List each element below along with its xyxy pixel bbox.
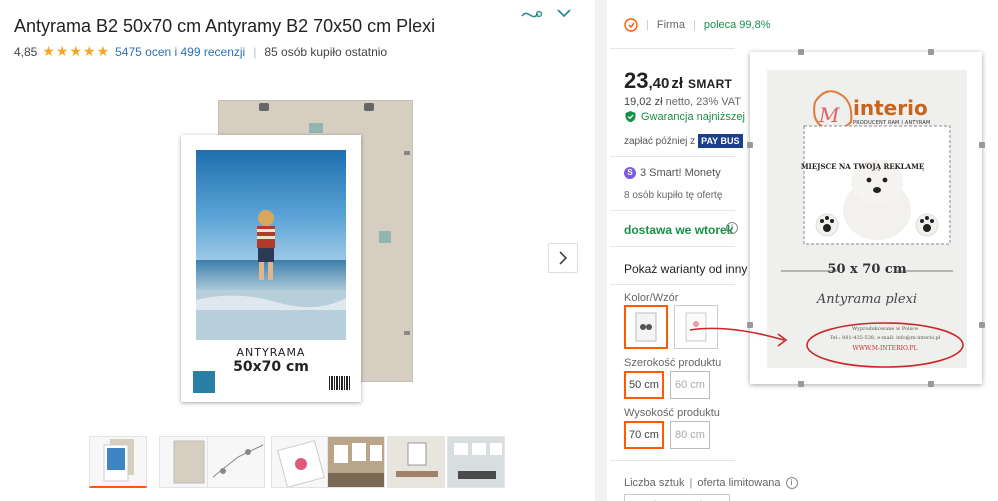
price-integer: 23	[624, 68, 649, 93]
zoom-url: WWW.M-INTERIO.PL	[852, 345, 918, 352]
interio-logo-icon: M	[813, 90, 853, 131]
shield-check-icon	[625, 111, 636, 123]
gallery-next-button[interactable]	[548, 243, 578, 273]
seller-recommend[interactable]: poleca 99,8%	[704, 19, 771, 31]
height-option-70[interactable]: 70 cm	[624, 421, 664, 449]
clip-icon	[979, 322, 985, 328]
product-title: Antyrama B2 50x70 cm Antyramy B2 70x50 c…	[14, 16, 436, 36]
price-guarantee[interactable]: Gwarancja najniższej	[624, 110, 745, 123]
divider	[610, 210, 735, 211]
compare-icon[interactable]	[521, 10, 543, 18]
zoom-made-in: Wyprodukowane w Polsce	[852, 326, 918, 332]
thumbnail-7[interactable]	[447, 436, 505, 488]
rating-value: 4,85	[14, 44, 38, 59]
pay-later-label: zapłać później z	[624, 135, 696, 147]
chevron-down-icon[interactable]	[557, 9, 571, 18]
thumbnail-1[interactable]	[89, 436, 147, 488]
separator: |	[253, 44, 257, 59]
thumbnail-4[interactable]	[271, 436, 329, 488]
price-guarantee-label: Gwarancja najniższej	[641, 110, 745, 123]
price-currency: zł	[671, 75, 684, 92]
reviews-link[interactable]: 5475 ocen i 499 recenzji	[115, 45, 245, 59]
limited-offer: oferta limitowana	[697, 477, 781, 489]
net-price-note: netto, 23% VAT	[665, 96, 742, 108]
coin-icon: S	[624, 167, 636, 179]
net-price: 19,02 zł netto, 23% VAT	[624, 96, 741, 108]
chevron-right-icon	[559, 251, 568, 265]
clip-icon	[979, 142, 985, 148]
svg-text:M: M	[818, 103, 840, 127]
zoom-brand: interio	[853, 96, 928, 120]
height-label: Wysokość produktu	[624, 407, 720, 419]
clip-icon	[798, 381, 804, 387]
zoom-brand-sub: PRODUCENT RAM I ANTYRAM	[853, 120, 931, 126]
quantity-label-text: Liczba sztuk	[624, 477, 685, 489]
poster-logo-icon	[193, 371, 215, 393]
pay-badge: PAY BUS	[698, 134, 743, 148]
clip-icon	[928, 49, 934, 55]
seller-badge-icon	[624, 18, 638, 32]
clip-icon	[747, 142, 753, 148]
width-option-60[interactable]: 60 cm	[670, 371, 710, 399]
separator: |	[689, 477, 693, 489]
info-icon[interactable]: i	[726, 222, 738, 234]
rating-row: 4,85 ★★★★★ 5475 ocen i 499 recenzji | 85…	[14, 43, 387, 60]
smart-coins[interactable]: S 3 Smart! Monety	[624, 167, 721, 179]
width-option-50[interactable]: 50 cm	[624, 371, 664, 399]
price-decimal: ,40	[648, 75, 670, 92]
height-option-80[interactable]: 80 cm	[670, 421, 710, 449]
thumbnail-3[interactable]	[207, 436, 265, 488]
poster-caption: Antyrama	[236, 346, 306, 359]
annotation-arrow-icon	[689, 327, 788, 347]
zoom-contact: Tel.: 881-435-538, e-mail: info@m-interi…	[829, 335, 941, 341]
top-icons	[520, 4, 576, 24]
price: 23,40 zł SMART	[624, 68, 732, 94]
column-divider	[595, 0, 607, 501]
divider	[610, 48, 735, 49]
zoom-size: 50 x 70 cm	[827, 262, 907, 277]
thumbnail-5[interactable]	[327, 436, 385, 488]
delivery-info: dostawa we wtorek	[624, 223, 734, 237]
barcode-icon	[329, 376, 351, 390]
smart-coins-label: 3 Smart! Monety	[640, 167, 721, 179]
zoom-product-name: Antyrama plexi	[816, 292, 918, 307]
pay-later[interactable]: zapłać później z PAY BUS	[624, 134, 743, 148]
separator: |	[692, 19, 696, 31]
divider	[610, 460, 735, 461]
clip-icon	[798, 49, 804, 55]
seller-row: | Firma | poleca 99,8%	[624, 18, 771, 32]
main-product-image[interactable]: Antyrama 50x70 cm	[181, 100, 415, 402]
divider	[610, 246, 735, 247]
rating-stars-icon: ★★★★★	[42, 43, 111, 59]
beach-photo	[196, 150, 346, 340]
width-label: Szerokość produktu	[624, 357, 722, 369]
smart-badge: SMART	[688, 77, 733, 91]
divider	[610, 156, 735, 157]
net-price-value: 19,02 zł	[624, 96, 663, 108]
clip-icon	[928, 381, 934, 387]
divider	[610, 284, 735, 285]
zoom-ad-text: MIEJSCE NA TWOJĄ REKLAMĘ	[800, 162, 925, 171]
separator: |	[646, 19, 649, 31]
quantity-stepper[interactable]	[624, 494, 730, 501]
quantity-label: Liczba sztuk | oferta limitowana i	[624, 477, 798, 489]
thumbnail-6[interactable]	[387, 436, 445, 488]
info-icon[interactable]: i	[785, 477, 798, 489]
color-swatch-1[interactable]	[624, 305, 668, 349]
show-variants-link[interactable]: Pokaż warianty od inny	[624, 262, 747, 276]
bought-recently: 85 osób kupiło ostatnio	[264, 44, 388, 59]
bought-count: 8 osób kupiło tę ofertę	[624, 190, 723, 201]
color-label: Kolor/Wzór	[624, 292, 679, 304]
seller-type: Firma	[656, 19, 685, 31]
frame-front-image: Antyrama 50x70 cm	[181, 135, 361, 402]
